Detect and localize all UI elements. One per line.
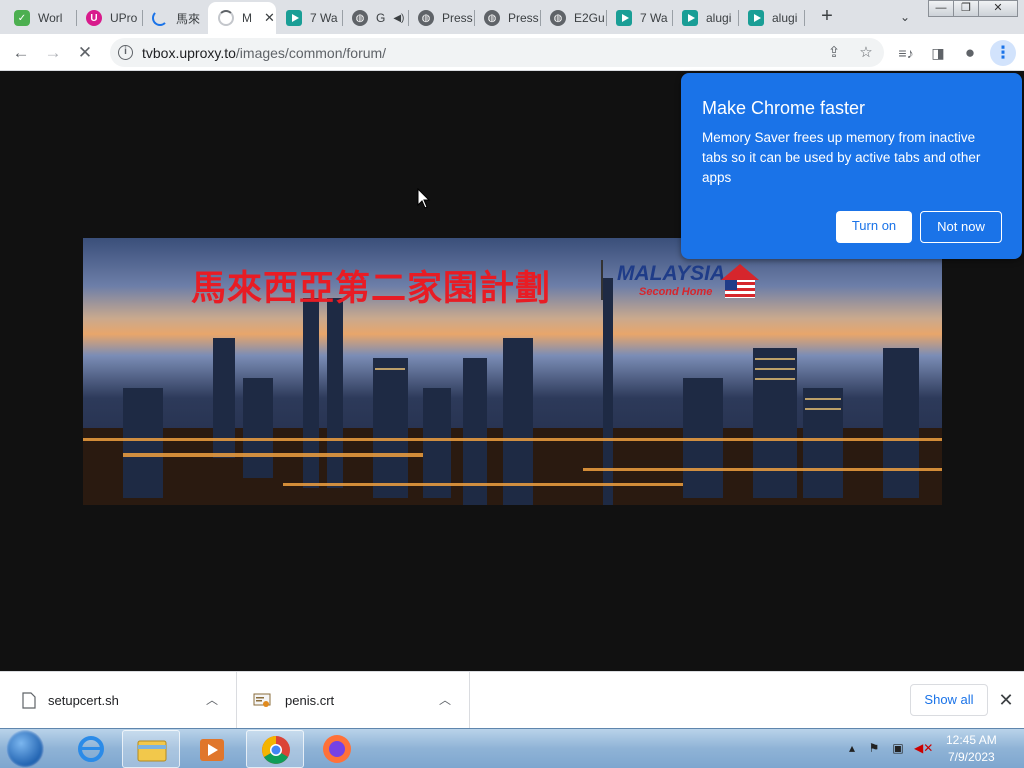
tab-search-chevron-icon[interactable]: ⌄ bbox=[894, 6, 916, 28]
tab-1[interactable]: ✓ Worl bbox=[4, 4, 76, 32]
close-window-button[interactable]: ✕ bbox=[978, 0, 1018, 17]
chevron-up-icon[interactable]: ︿ bbox=[206, 691, 218, 708]
firefox-icon[interactable] bbox=[308, 730, 366, 768]
system-tray: ▴ ⚑ ▣ ◀✕ 12:45 AM 7/9/2023 bbox=[840, 729, 1024, 768]
bookmark-star-icon[interactable]: ☆ bbox=[854, 41, 878, 65]
globe-icon: ◍ bbox=[484, 10, 500, 26]
start-button[interactable] bbox=[6, 730, 44, 768]
loading-icon bbox=[152, 10, 168, 26]
house-flag-icon bbox=[721, 264, 759, 298]
tab-11[interactable]: alugi bbox=[672, 4, 738, 32]
tab-3[interactable]: 馬來 bbox=[142, 4, 208, 32]
tab-title: alugi bbox=[706, 11, 732, 25]
mouse-cursor-icon bbox=[417, 188, 431, 209]
tab-title: M bbox=[242, 11, 252, 25]
play-icon bbox=[616, 10, 632, 26]
play-icon bbox=[748, 10, 764, 26]
tab-title: 7 Wa bbox=[640, 11, 668, 25]
memory-saver-popup: Make Chrome faster Memory Saver frees up… bbox=[681, 73, 1022, 259]
chevron-up-icon[interactable]: ︿ bbox=[439, 691, 451, 708]
site-info-icon[interactable]: i bbox=[118, 45, 133, 60]
tab-12[interactable]: alugi bbox=[738, 4, 804, 32]
download-item[interactable]: setupcert.sh ︿ bbox=[0, 672, 237, 729]
banner-image: 馬來西亞第二家園計劃 MALAYSIA Second Home bbox=[83, 238, 942, 505]
tab-title: Press bbox=[508, 11, 539, 25]
download-bar: setupcert.sh ︿ penis.crt ︿ Show all ✕ bbox=[0, 671, 1024, 729]
stop-loading-button[interactable]: ✕ bbox=[72, 40, 98, 66]
url-text[interactable]: tvbox.uproxy.to/images/common/forum/ bbox=[142, 45, 386, 61]
tab-title: E2Gu bbox=[574, 11, 605, 25]
browser-toolbar: ← → ✕ i tvbox.uproxy.to/images/common/fo… bbox=[0, 34, 1024, 71]
tab-8[interactable]: ◍ Press bbox=[474, 4, 540, 32]
globe-icon: ◍ bbox=[418, 10, 434, 26]
popup-body: Memory Saver frees up memory from inacti… bbox=[702, 130, 981, 185]
address-bar[interactable]: i tvbox.uproxy.to/images/common/forum/ ⇪… bbox=[110, 38, 884, 67]
clock-date[interactable]: 7/9/2023 bbox=[948, 750, 995, 764]
loading-spinner-icon bbox=[218, 10, 234, 26]
turn-on-button[interactable]: Turn on bbox=[836, 211, 912, 243]
download-filename: setupcert.sh bbox=[48, 693, 119, 708]
tab-title: 馬來 bbox=[176, 11, 201, 26]
share-icon[interactable]: ⇪ bbox=[822, 41, 846, 65]
close-tab-icon[interactable]: ✕ bbox=[264, 10, 275, 26]
windows-taskbar: ▴ ⚑ ▣ ◀✕ 12:45 AM 7/9/2023 bbox=[0, 728, 1024, 768]
download-item[interactable]: penis.crt ︿ bbox=[237, 672, 470, 729]
restore-button[interactable]: ❐ bbox=[953, 0, 979, 17]
tab-strip: ✓ Worl U UPro 馬來 M ✕ 7 Wa ◍ G ◀) ◍ Press… bbox=[0, 0, 1024, 34]
side-panel-icon[interactable]: ◨ bbox=[925, 40, 951, 66]
tab-title: 7 Wa bbox=[310, 11, 338, 25]
network-icon[interactable]: ▣ bbox=[890, 740, 906, 756]
banner-divider bbox=[601, 260, 603, 300]
tab-active[interactable]: M ✕ bbox=[208, 2, 276, 34]
green-shield-icon: ✓ bbox=[14, 10, 30, 26]
tab-7[interactable]: ◍ Press bbox=[408, 4, 474, 32]
tab-6[interactable]: ◍ G ◀) bbox=[342, 4, 408, 32]
media-control-icon[interactable]: ≡♪ bbox=[893, 40, 919, 66]
clock-time[interactable]: 12:45 AM bbox=[946, 733, 997, 747]
banner-logo: MALAYSIA bbox=[617, 262, 726, 285]
volume-muted-icon[interactable]: ◀✕ bbox=[914, 740, 933, 756]
minimize-button[interactable]: — bbox=[928, 0, 954, 17]
tab-2[interactable]: U UPro bbox=[76, 4, 142, 32]
not-now-button[interactable]: Not now bbox=[920, 211, 1002, 243]
banner-logo-subtitle: Second Home bbox=[639, 286, 713, 298]
globe-icon: ◍ bbox=[352, 10, 368, 26]
file-icon bbox=[22, 692, 36, 709]
chrome-icon[interactable] bbox=[246, 730, 304, 768]
media-player-icon[interactable] bbox=[184, 730, 242, 768]
tab-10[interactable]: 7 Wa bbox=[606, 4, 672, 32]
tab-title: UPro bbox=[110, 11, 138, 25]
u-logo-icon: U bbox=[86, 10, 102, 26]
download-filename: penis.crt bbox=[285, 693, 335, 708]
action-center-flag-icon[interactable]: ⚑ bbox=[866, 740, 882, 756]
back-button[interactable]: ← bbox=[8, 40, 34, 66]
show-all-button[interactable]: Show all bbox=[910, 684, 988, 716]
banner-title: 馬來西亞第二家園計劃 bbox=[191, 269, 552, 309]
tab-title: G bbox=[376, 11, 386, 25]
profile-avatar-icon[interactable]: ● bbox=[957, 40, 983, 66]
tab-9[interactable]: ◍ E2Gu bbox=[540, 4, 606, 32]
chrome-menu-icon[interactable]: ⋮ bbox=[990, 40, 1016, 66]
play-icon bbox=[682, 10, 698, 26]
audio-icon[interactable]: ◀) bbox=[393, 13, 404, 24]
play-icon bbox=[286, 10, 302, 26]
show-hidden-icons-chevron-icon[interactable]: ▴ bbox=[844, 740, 860, 756]
internet-explorer-icon[interactable] bbox=[62, 730, 120, 768]
new-tab-button[interactable]: + bbox=[814, 5, 840, 29]
popup-title: Make Chrome faster bbox=[702, 98, 866, 118]
globe-icon: ◍ bbox=[550, 10, 566, 26]
tab-5[interactable]: 7 Wa bbox=[276, 4, 342, 32]
close-download-bar-icon[interactable]: ✕ bbox=[996, 688, 1016, 712]
tab-title: Worl bbox=[38, 11, 63, 25]
file-explorer-icon[interactable] bbox=[122, 730, 180, 768]
tab-title: alugi bbox=[772, 11, 798, 25]
certificate-icon bbox=[253, 693, 271, 707]
forward-button[interactable]: → bbox=[40, 40, 66, 66]
tab-title: Press bbox=[442, 11, 473, 25]
